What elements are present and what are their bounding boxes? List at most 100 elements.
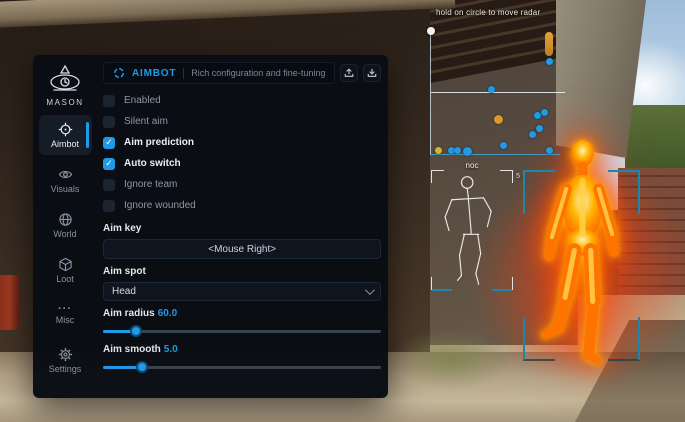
- radar-enemy-dot: [529, 131, 536, 138]
- sidebar-nav: Aimbot Visuals World: [33, 115, 97, 385]
- slider-track[interactable]: [103, 330, 381, 333]
- checkbox-icon: ✓: [103, 95, 115, 107]
- toggle-enabled[interactable]: ✓ Enabled: [103, 90, 381, 111]
- toggle-ignore-team[interactable]: ✓ Ignore team: [103, 174, 381, 195]
- gear-icon: [58, 347, 73, 362]
- brand-name: MASON: [46, 98, 83, 107]
- radar-enemy-dot: [541, 109, 548, 116]
- toggle-label: Ignore team: [124, 179, 177, 190]
- slider-value: 5.0: [164, 344, 178, 355]
- target-distance-label: 5: [516, 173, 520, 180]
- aim-spot-value: Head: [112, 286, 136, 297]
- import-config-button[interactable]: [363, 64, 381, 82]
- aim-smooth-label: Aim smooth5.0: [103, 344, 381, 355]
- radar-hint-text: hold on circle to move radar: [436, 8, 540, 17]
- slider-label: Aim radius: [103, 308, 155, 319]
- bg-red-barrel: [0, 275, 20, 330]
- toggle-label: Silent aim: [124, 116, 168, 127]
- health-bar-segment: [432, 289, 452, 291]
- toggle-auto-switch[interactable]: ✓ Auto switch: [103, 153, 381, 174]
- radar-widget[interactable]: [430, 31, 560, 155]
- radar-axis-line: [431, 92, 565, 93]
- slider-value: 60.0: [158, 308, 177, 319]
- radar-enemy-dot: [546, 58, 553, 65]
- sidebar-item-misc[interactable]: ··· Misc: [39, 295, 92, 335]
- checkbox-icon: ✓: [103, 137, 115, 149]
- radar-item-dot: [494, 115, 503, 124]
- divider: [183, 68, 184, 79]
- sidebar-item-label: Visuals: [51, 184, 80, 194]
- slider-label: Aim smooth: [103, 344, 161, 355]
- toggle-label: Aim prediction: [124, 137, 194, 148]
- skeleton-esp-figure: [431, 170, 513, 290]
- toggle-silent-aim[interactable]: ✓ Silent aim: [103, 111, 381, 132]
- aim-key-button[interactable]: <Mouse Right>: [103, 239, 381, 259]
- aim-spot-select[interactable]: Head: [103, 282, 381, 301]
- radar-item-marker: [545, 32, 553, 56]
- bracket-corner-icon: [608, 317, 640, 361]
- panel-header: AIMBOT Rich configuration and fine-tunin…: [103, 62, 381, 84]
- radar-enemy-dot: [546, 147, 553, 154]
- tab-title-bar: AIMBOT Rich configuration and fine-tunin…: [103, 62, 335, 84]
- checkbox-icon: ✓: [103, 158, 115, 170]
- tab-subtitle: Rich configuration and fine-tuning: [191, 68, 325, 78]
- sidebar-item-visuals[interactable]: Visuals: [39, 160, 92, 200]
- download-icon: [367, 68, 377, 78]
- aim-radius-label: Aim radius60.0: [103, 308, 381, 319]
- game-screen: hold on circle to move radar noc 5: [0, 0, 685, 422]
- bracket-corner-icon: [523, 317, 555, 361]
- chevron-down-icon: [365, 285, 375, 295]
- radar-enemy-dot: [534, 112, 541, 119]
- crosshair-icon: [113, 67, 125, 79]
- sidebar-item-label: Settings: [49, 364, 82, 374]
- toggle-label: Auto switch: [124, 158, 181, 169]
- bracket-corner-icon: [608, 170, 640, 214]
- aim-radius-slider[interactable]: [103, 325, 381, 337]
- panel-content: AIMBOT Rich configuration and fine-tunin…: [97, 55, 393, 398]
- sidebar-item-aimbot[interactable]: Aimbot: [39, 115, 92, 155]
- toggle-aim-prediction[interactable]: ✓ Aim prediction: [103, 132, 381, 153]
- checkbox-icon: ✓: [103, 200, 115, 212]
- upload-icon: [344, 68, 354, 78]
- globe-icon: [58, 212, 73, 227]
- sidebar-item-settings[interactable]: Settings: [39, 340, 92, 380]
- sidebar-item-label: Misc: [56, 315, 75, 325]
- skeleton-esp-box: noc 5: [431, 170, 513, 290]
- tab-title: AIMBOT: [132, 68, 176, 79]
- toggle-label: Enabled: [124, 95, 161, 106]
- sidebar-item-label: Aimbot: [51, 139, 79, 149]
- aim-key-label: Aim key: [103, 223, 381, 234]
- sidebar-item-loot[interactable]: Loot: [39, 250, 92, 290]
- slider-thumb[interactable]: [130, 325, 142, 337]
- radar-enemy-dot: [463, 147, 472, 156]
- sidebar-item-world[interactable]: World: [39, 205, 92, 245]
- target-name-label: noc: [431, 161, 513, 170]
- checkbox-icon: ✓: [103, 116, 115, 128]
- radar-enemy-dot: [454, 147, 461, 154]
- sidebar: MASON Aimbot Visuals: [33, 55, 97, 398]
- slider-thumb[interactable]: [136, 361, 148, 373]
- mason-logo-icon: [47, 64, 83, 96]
- checkbox-icon: ✓: [103, 179, 115, 191]
- aim-spot-label: Aim spot: [103, 266, 381, 277]
- sidebar-item-label: World: [53, 229, 76, 239]
- toggle-label: Ignore wounded: [124, 200, 196, 211]
- radar-enemy-dot: [500, 142, 507, 149]
- radar-self-dot: [435, 147, 442, 154]
- ellipsis-icon: ···: [58, 305, 72, 313]
- sidebar-item-label: Loot: [56, 274, 74, 284]
- crosshair-icon: [58, 122, 73, 137]
- export-config-button[interactable]: [340, 64, 358, 82]
- cube-icon: [58, 257, 73, 272]
- radar-enemy-dot: [536, 125, 543, 132]
- radar-enemy-dot: [488, 86, 495, 93]
- radar-drag-handle[interactable]: [427, 27, 435, 35]
- eye-icon: [58, 167, 73, 182]
- cheat-menu-panel: MASON Aimbot Visuals: [33, 55, 388, 398]
- bracket-corner-icon: [523, 170, 555, 214]
- bracket-corner-icon: [500, 170, 513, 183]
- player-esp-box: [523, 170, 640, 361]
- health-bar-segment: [492, 289, 512, 291]
- aim-smooth-slider[interactable]: [103, 361, 381, 373]
- toggle-ignore-wounded[interactable]: ✓ Ignore wounded: [103, 195, 381, 216]
